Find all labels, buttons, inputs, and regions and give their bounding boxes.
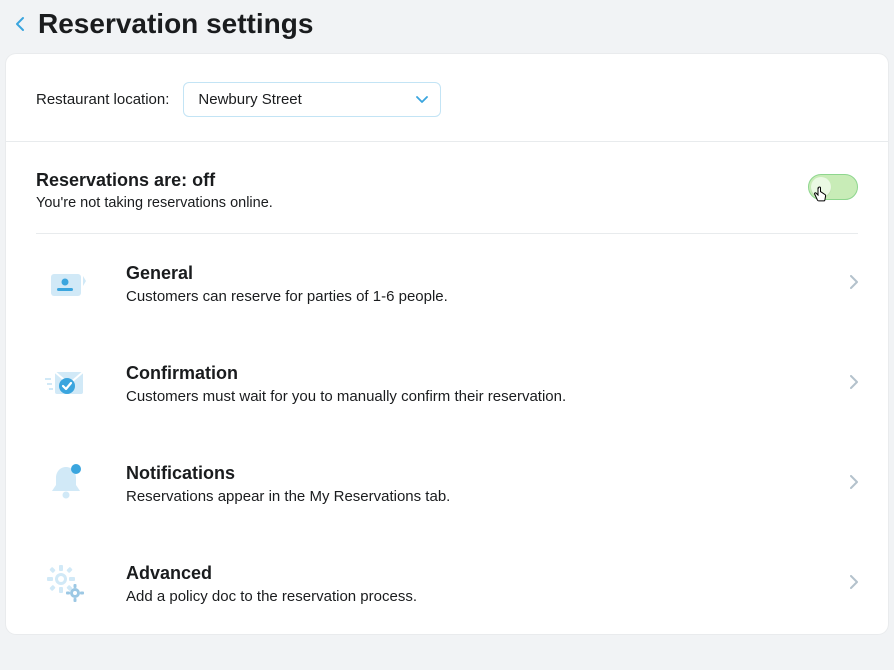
cursor-pointer-icon <box>812 186 830 209</box>
confirmation-icon <box>36 358 96 410</box>
section-advanced[interactable]: Advanced Add a policy doc to the reserva… <box>6 534 888 634</box>
section-title: Confirmation <box>126 363 850 384</box>
back-button[interactable] <box>10 14 30 34</box>
section-description: Customers can reserve for parties of 1-6… <box>126 288 850 305</box>
section-notifications[interactable]: Notifications Reservations appear in the… <box>6 434 888 534</box>
section-title: General <box>126 263 850 284</box>
settings-card: Restaurant location: Newbury Street Rese… <box>6 54 888 634</box>
chevron-right-icon <box>850 375 858 394</box>
section-general[interactable]: General Customers can reserve for partie… <box>6 234 888 334</box>
section-description: Add a policy doc to the reservation proc… <box>126 588 850 605</box>
section-title: Notifications <box>126 463 850 484</box>
location-select[interactable]: Newbury Street <box>183 82 441 117</box>
page-title: Reservation settings <box>38 8 313 40</box>
section-confirmation[interactable]: Confirmation Customers must wait for you… <box>6 334 888 434</box>
section-description: Customers must wait for you to manually … <box>126 388 850 405</box>
location-row: Restaurant location: Newbury Street <box>6 54 888 142</box>
chevron-down-icon <box>416 91 428 109</box>
section-title: Advanced <box>126 563 850 584</box>
location-value: Newbury Street <box>198 91 301 108</box>
chevron-left-icon <box>15 16 25 32</box>
chevron-right-icon <box>850 275 858 294</box>
general-icon <box>36 258 96 310</box>
notifications-icon <box>36 458 96 510</box>
section-description: Reservations appear in the My Reservatio… <box>126 488 850 505</box>
status-title: Reservations are: off <box>36 170 273 191</box>
status-description: You're not taking reservations online. <box>36 195 273 211</box>
status-row: Reservations are: off You're not taking … <box>36 142 858 234</box>
chevron-right-icon <box>850 475 858 494</box>
advanced-icon <box>36 558 96 610</box>
chevron-right-icon <box>850 575 858 594</box>
location-label: Restaurant location: <box>36 91 169 108</box>
